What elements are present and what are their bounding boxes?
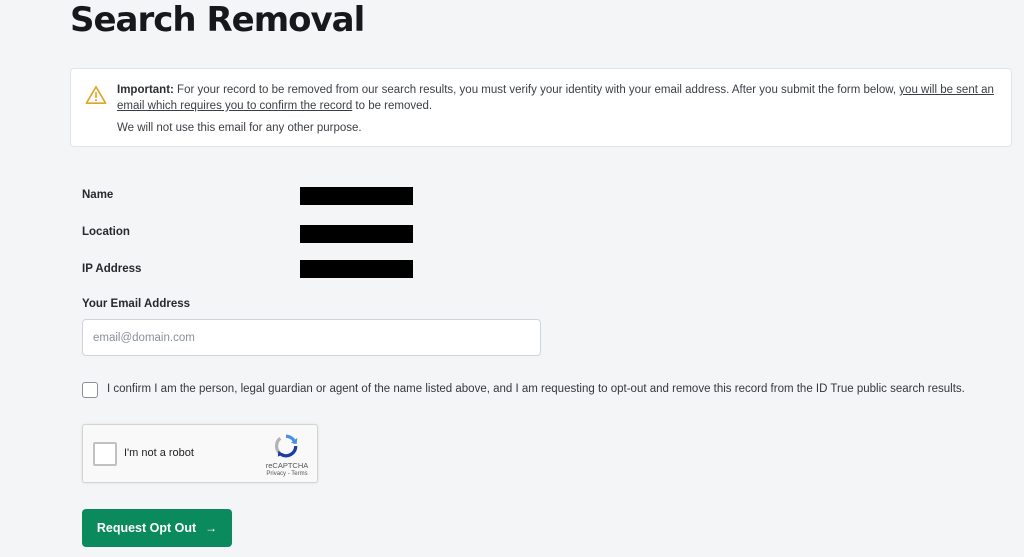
- request-opt-out-button[interactable]: Request Opt Out →: [82, 509, 232, 547]
- recaptcha-logo-icon: [274, 434, 298, 458]
- email-label: Your Email Address: [82, 298, 191, 310]
- notice-subtext: We will not use this email for any other…: [117, 122, 362, 134]
- location-value-redacted: [300, 225, 413, 243]
- search-removal-page: Search Removal Important: For your recor…: [0, 0, 1024, 557]
- email-input[interactable]: [82, 319, 541, 356]
- important-label: Important:: [117, 84, 174, 96]
- request-opt-out-label: Request Opt Out: [96, 521, 197, 535]
- recaptcha-widget: I'm not a robot reCAPTCHA Privacy - Term…: [82, 424, 318, 483]
- notice-text-end: to be removed.: [352, 100, 433, 112]
- ip-address-label: IP Address: [82, 263, 142, 275]
- ip-address-value-redacted: [300, 260, 413, 278]
- recaptcha-label: I'm not a robot: [124, 447, 194, 459]
- location-label: Location: [82, 226, 130, 238]
- notice-message: Important: For your record to be removed…: [117, 82, 997, 114]
- warning-icon: [85, 86, 107, 104]
- confirm-checkbox[interactable]: [82, 382, 98, 398]
- recaptcha-privacy-terms[interactable]: Privacy - Terms: [261, 471, 313, 477]
- recaptcha-checkbox[interactable]: [93, 442, 117, 466]
- arrow-right-icon: →: [205, 521, 218, 535]
- name-value-redacted: [300, 187, 413, 205]
- page-title: Search Removal: [70, 0, 365, 40]
- notice-text: For your record to be removed from our s…: [173, 84, 900, 96]
- confirm-text: I confirm I am the person, legal guardia…: [107, 383, 965, 395]
- recaptcha-brand: reCAPTCHA: [265, 461, 309, 470]
- name-label: Name: [82, 189, 114, 201]
- important-notice: Important: For your record to be removed…: [70, 68, 1012, 147]
